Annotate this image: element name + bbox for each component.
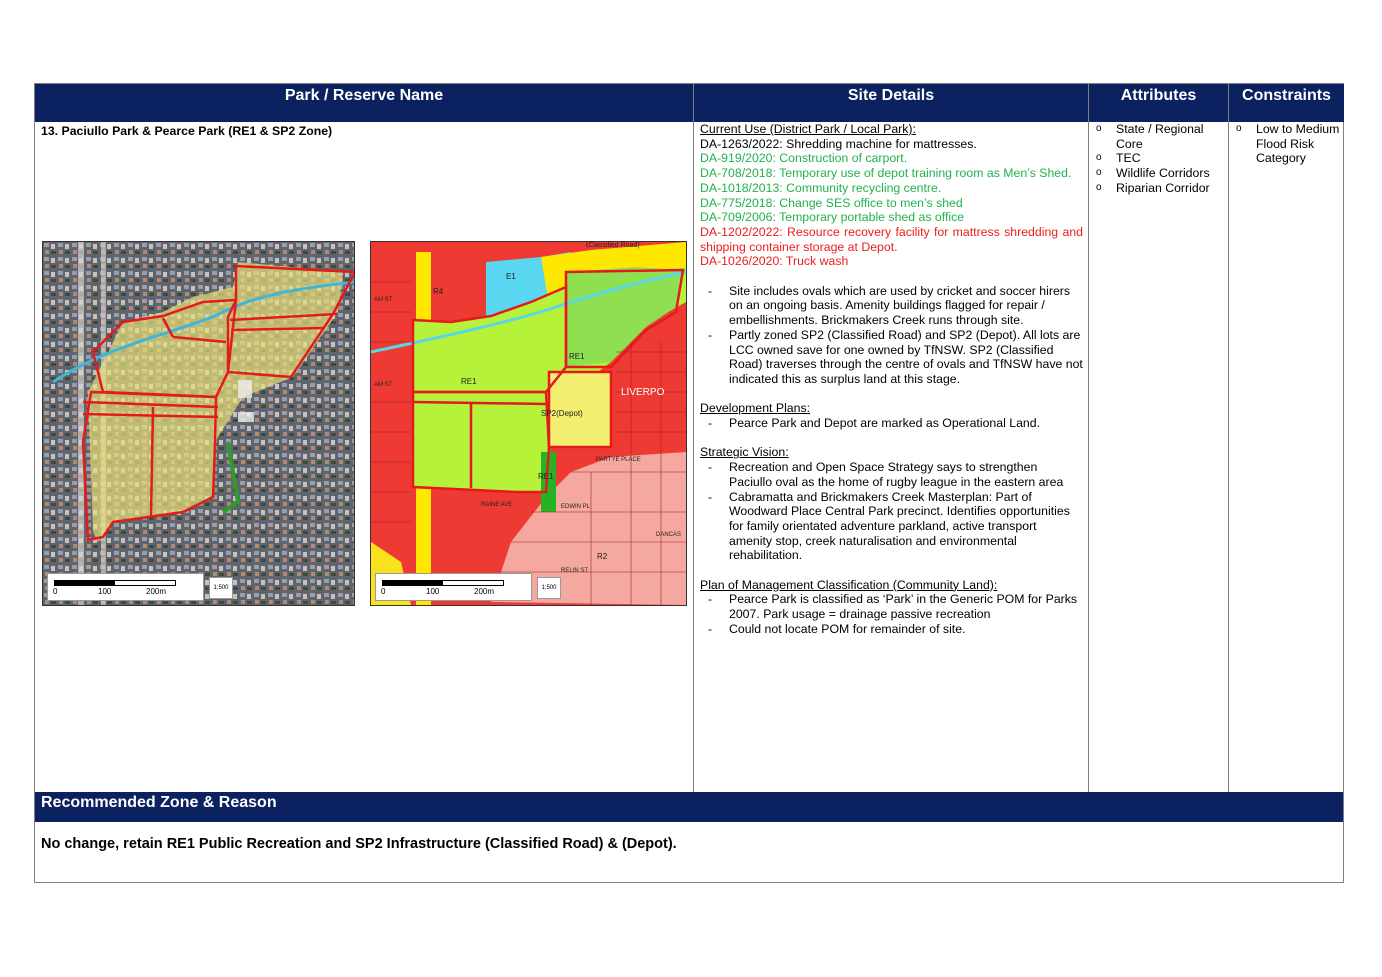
north-arrow-icon: 1:500 [537,577,561,599]
zone-label: (Classified Road) [586,242,640,249]
development-plans-heading: Development Plans: [700,401,811,416]
recommendation-heading: Recommended Zone & Reason [35,792,1343,822]
list-item: Could not locate POM for remainder of si… [700,622,1083,637]
pom-heading: Plan of Management Classification (Commu… [700,577,998,592]
da-entry: DA-1263/2022: Shredding machine for matt… [700,136,977,151]
attributes-list: State / Regional Core TEC Wildlife Corri… [1089,122,1227,196]
park-name-cell: 13. Paciullo Park & Pearce Park (RE1 & S… [41,124,681,139]
zoning-map: E1 R4 RE1 RE1 SP2(Depot) RE1 R2 LIVERPO … [370,241,687,606]
constraints-list: Low to Medium Flood Risk Category [1229,122,1341,166]
recommendation-text: No change, retain RE1 Public Recreation … [41,836,677,852]
da-entry-approved: DA-709/2006: Temporary portable shed as … [700,210,965,225]
list-item: Pearce Park is classified as ‘Park’ in t… [700,592,1083,621]
strategic-vision-list: Recreation and Open Space Strategy says … [700,460,1083,563]
park-title: 13. Paciullo Park & Pearce Park (RE1 & S… [41,124,333,138]
da-entry-approved: DA-919/2020: Construction of carport. [700,151,908,166]
list-item: Cabramatta and Brickmakers Creek Masterp… [700,490,1083,564]
constraints-cell: Low to Medium Flood Risk Category [1229,122,1341,166]
zone-label: R2 [597,552,608,561]
street-label: AM ST [374,297,393,303]
da-entry-approved: DA-708/2018: Temporary use of depot trai… [700,166,1072,181]
list-item: Recreation and Open Space Strategy says … [700,460,1083,489]
zone-label: RE1 [569,352,585,361]
zoning-scale-bar: 0 100 200m [375,573,532,601]
scale-label: 200m [146,587,167,596]
da-entry-approved: DA-775/2018: Change SES office to men’s … [700,195,963,210]
da-entry-pending: DA-1202/2022: Resource recovery facility… [700,224,1083,254]
development-plans-list: Pearce Park and Depot are marked as Oper… [700,416,1083,431]
park-assessment-table: Park / Reserve Name Site Details Attribu… [34,83,1344,883]
scale-graphic [54,580,176,586]
scale-label: 0 [53,587,58,596]
list-item: Partly zoned SP2 (Classified Road) and S… [700,328,1083,387]
list-item: TEC [1089,151,1227,166]
header-park-name: Park / Reserve Name [35,84,693,122]
list-item: Riparian Corridor [1089,181,1227,196]
da-entry-approved: DA-1018/2013: Community recycling centre… [700,180,942,195]
pom-list: Pearce Park is classified as ‘Park’ in t… [700,592,1083,636]
street-label: RELIN ST [561,568,589,574]
aerial-scale-bar: 0 100 200m [47,573,204,601]
street-label: PARTYE PLACE [596,457,641,463]
street-label: DANCAS [656,532,682,538]
header-site-details: Site Details [694,84,1088,122]
zone-label: RE1 [461,377,477,386]
scale-graphic [382,580,504,586]
north-arrow-icon: 1:500 [209,577,233,599]
scale-label: 0 [381,587,386,596]
list-item: Low to Medium Flood Risk Category [1229,122,1341,166]
da-entry-pending: DA-1026/2020: Truck wash [700,254,849,269]
column-divider [1228,84,1229,792]
site-notes-list: Site includes ovals which are used by cr… [700,284,1083,387]
site-details-cell: Current Use (District Park / Local Park)… [700,122,1083,637]
list-item: Pearce Park and Depot are marked as Oper… [700,416,1083,431]
zone-label: RE1 [538,472,554,481]
strategic-vision-heading: Strategic Vision: [700,445,789,460]
aerial-map-image [43,242,354,605]
street-label: RAINE AVE [481,502,513,508]
scale-label: 200m [474,587,495,596]
zone-label: LIVERPO [621,387,665,398]
street-label: AM ST [374,382,393,388]
street-label: EDWIN PL [561,504,591,510]
zoning-map-image [371,242,686,605]
scale-label: 100 [426,587,440,596]
header-attributes: Attributes [1089,84,1228,122]
list-item: Site includes ovals which are used by cr… [700,284,1083,328]
list-item: State / Regional Core [1089,122,1227,151]
header-constraints: Constraints [1229,84,1344,122]
zone-label: E1 [506,272,516,281]
zone-label: SP2(Depot) [541,409,583,418]
list-item: Wildlife Corridors [1089,166,1227,181]
scale-label: 100 [98,587,112,596]
current-use-heading: Current Use (District Park / Local Park)… [700,122,916,136]
attributes-cell: State / Regional Core TEC Wildlife Corri… [1089,122,1227,196]
zone-label: R4 [433,287,444,296]
aerial-map: 0 100 200m 1:500 [42,241,355,606]
column-divider [693,84,694,792]
